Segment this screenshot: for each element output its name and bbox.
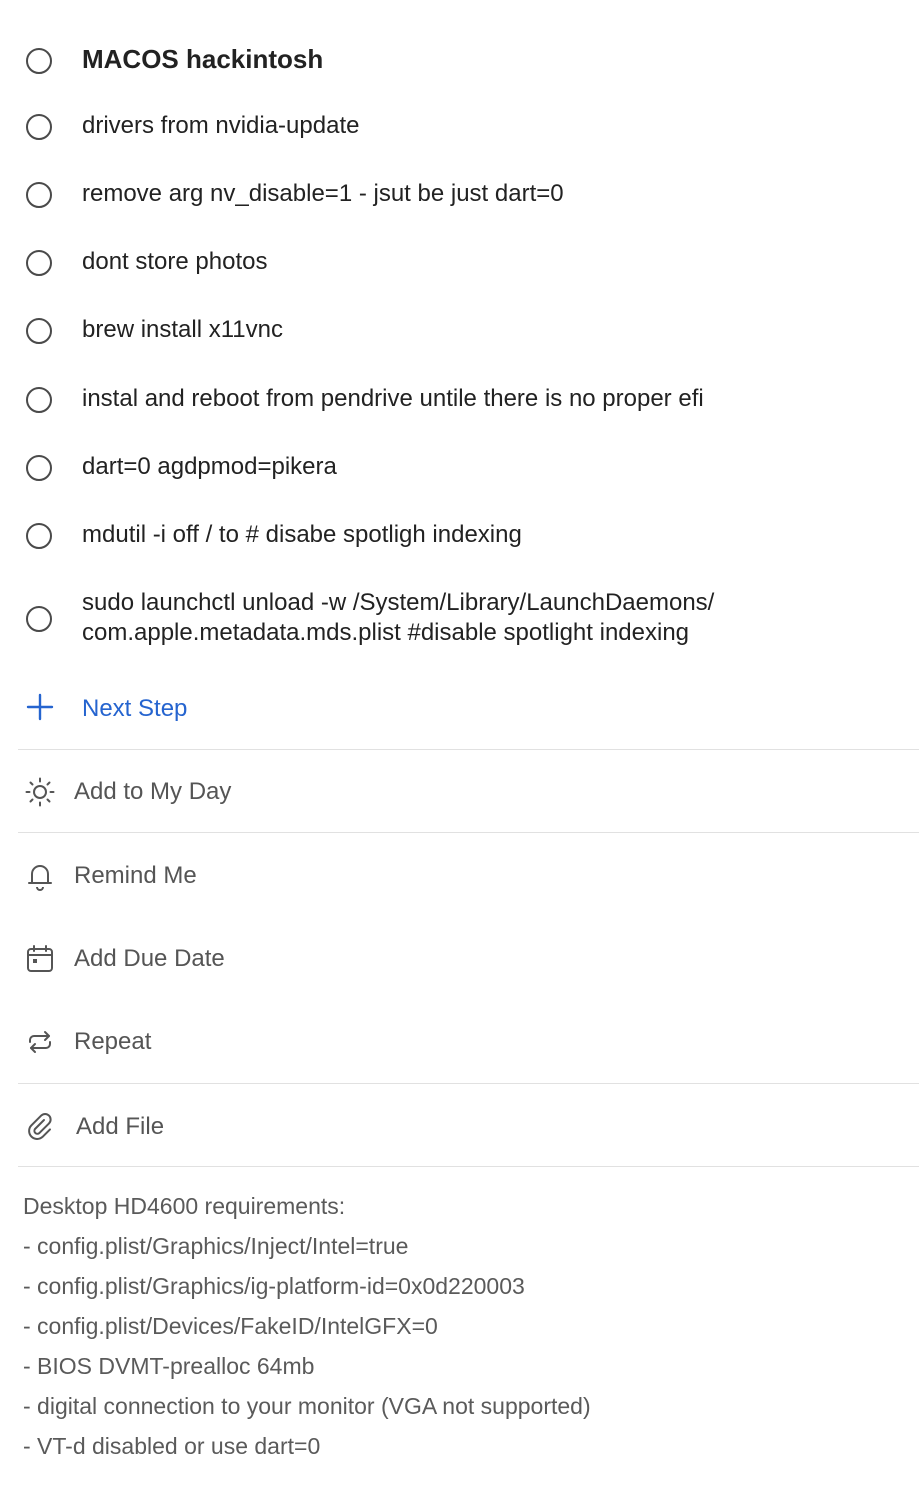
step-item: dont store photos — [0, 247, 919, 279]
step-item: remove arg nv_disable=1 - jsut be just d… — [0, 179, 919, 211]
add-file-label: Add File — [76, 1113, 165, 1140]
repeat-button[interactable]: Repeat — [0, 1022, 919, 1062]
step-complete-circle[interactable] — [26, 318, 52, 344]
step-complete-circle[interactable] — [26, 455, 52, 481]
note-line: - config.plist/Graphics/ig-platform-id=0… — [23, 1273, 525, 1299]
step-complete-circle[interactable] — [26, 387, 52, 413]
repeat-label: Repeat — [74, 1028, 152, 1055]
notes-field[interactable]: Desktop HD4600 requirements: - config.pl… — [23, 1186, 591, 1466]
repeat-icon — [29, 1031, 51, 1053]
step-label[interactable]: instal and reboot from pendrive untile t… — [82, 384, 704, 414]
divider — [18, 1083, 919, 1084]
step-complete-circle[interactable] — [26, 606, 52, 632]
step-label[interactable]: dont store photos — [82, 247, 267, 277]
add-due-date-label: Add Due Date — [74, 945, 225, 972]
step-item: brew install x11vnc — [0, 315, 919, 347]
note-line: - config.plist/Devices/FakeID/IntelGFX=0 — [23, 1313, 438, 1339]
complete-task-circle[interactable] — [26, 48, 52, 74]
remind-me-label: Remind Me — [74, 862, 197, 889]
add-to-my-day-button[interactable]: Add to My Day — [0, 772, 919, 812]
step-label-line-1[interactable]: sudo launchctl unload -w /System/Library… — [82, 588, 714, 618]
add-due-date-button[interactable]: Add Due Date — [0, 939, 919, 979]
plus-icon — [26, 693, 54, 721]
note-line: - config.plist/Graphics/Inject/Intel=tru… — [23, 1233, 409, 1259]
note-line: - VT-d disabled or use dart=0 — [23, 1433, 321, 1459]
next-step-label: Next Step — [82, 695, 188, 722]
step-item: mdutil -i off / to # disabe spotligh ind… — [0, 520, 919, 552]
step-complete-circle[interactable] — [26, 182, 52, 208]
step-item: drivers from nvidia-update — [0, 111, 919, 143]
task-title-row: MACOS hackintosh — [0, 44, 919, 78]
divider — [18, 832, 919, 833]
step-complete-circle[interactable] — [26, 523, 52, 549]
paperclip-icon — [28, 1113, 52, 1140]
add-file-button[interactable]: Add File — [0, 1107, 919, 1147]
step-label[interactable]: mdutil -i off / to # disabe spotligh ind… — [82, 520, 522, 550]
step-label-line-2[interactable]: com.apple.metadata.mds.plist #disable sp… — [82, 618, 689, 648]
calendar-icon — [27, 945, 53, 972]
divider — [18, 749, 919, 750]
task-title[interactable]: MACOS hackintosh — [82, 44, 323, 74]
remind-me-button[interactable]: Remind Me — [0, 856, 919, 896]
step-label[interactable]: drivers from nvidia-update — [82, 111, 359, 141]
step-label[interactable]: dart=0 agdpmod=pikera — [82, 452, 337, 482]
next-step-button[interactable]: Next Step — [0, 693, 919, 725]
step-complete-circle[interactable] — [26, 250, 52, 276]
step-item: sudo launchctl unload -w /System/Library… — [0, 588, 919, 650]
step-item: instal and reboot from pendrive untile t… — [0, 384, 919, 416]
note-line: - digital connection to your monitor (VG… — [23, 1393, 591, 1419]
note-line: Desktop HD4600 requirements: — [23, 1193, 346, 1219]
step-complete-circle[interactable] — [26, 114, 52, 140]
bell-icon — [28, 865, 52, 891]
add-to-my-day-label: Add to My Day — [74, 778, 232, 805]
divider — [18, 1166, 919, 1167]
step-item: dart=0 agdpmod=pikera — [0, 452, 919, 484]
step-label[interactable]: remove arg nv_disable=1 - jsut be just d… — [82, 179, 564, 209]
sun-icon — [25, 777, 55, 807]
note-line: - BIOS DVMT-prealloc 64mb — [23, 1353, 315, 1379]
step-label[interactable]: brew install x11vnc — [82, 315, 283, 345]
